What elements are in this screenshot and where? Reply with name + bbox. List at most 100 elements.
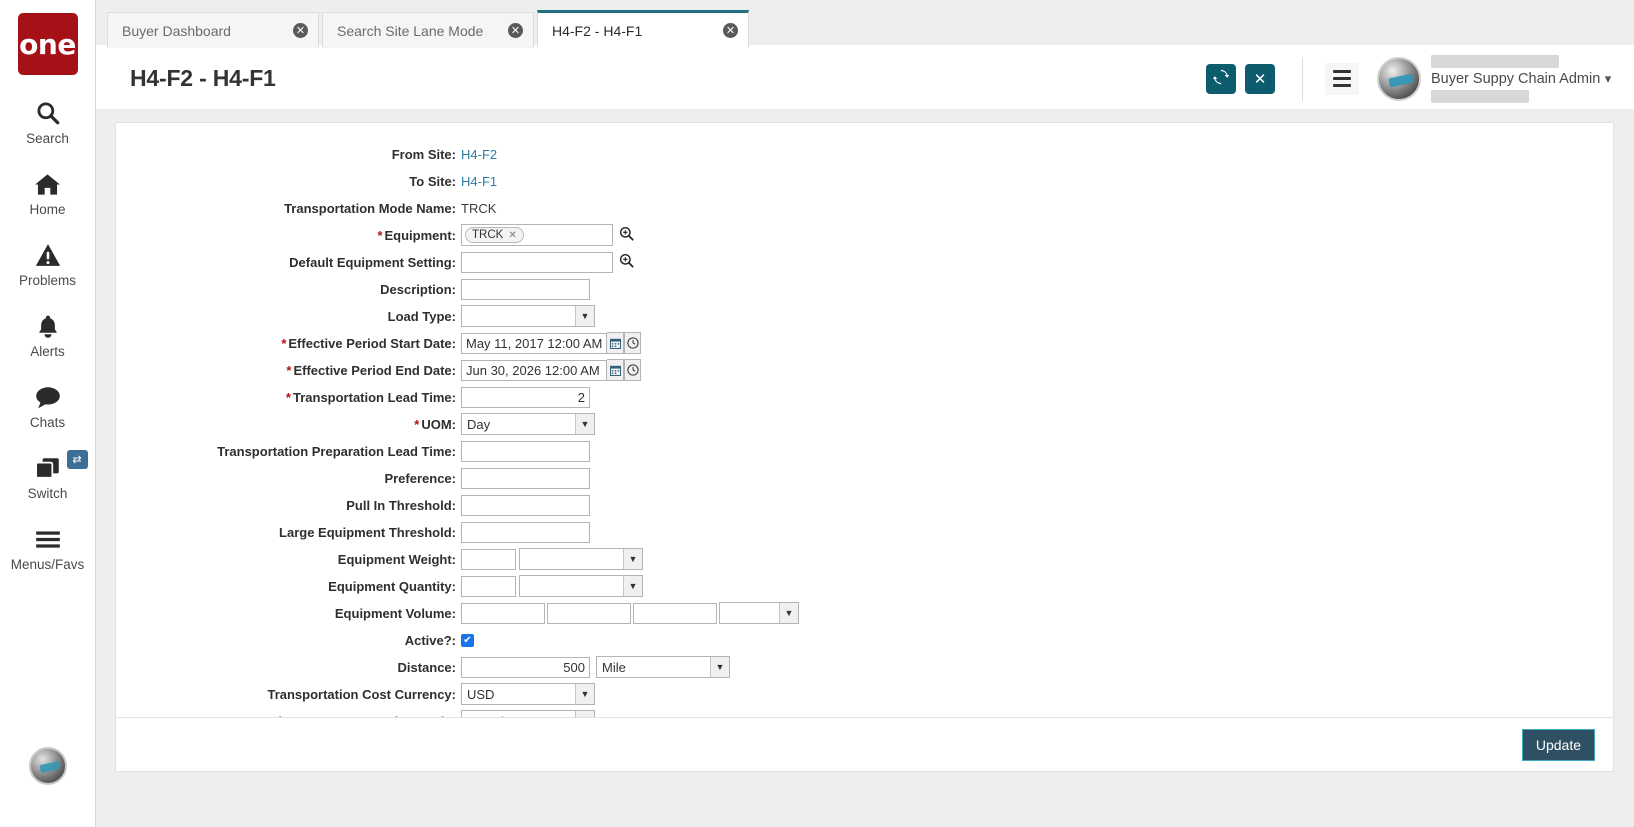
sidebar-item-alerts[interactable]: Alerts	[0, 311, 96, 359]
equipment-input[interactable]: TRCK ✕	[461, 224, 613, 246]
to-site-link[interactable]: H4-F1	[461, 174, 497, 189]
close-icon[interactable]: ✕	[508, 23, 523, 38]
pull-in-threshold-input[interactable]	[461, 494, 590, 516]
tab-label: H4-F2 - H4-F1	[552, 22, 643, 39]
sidebar-item-problems[interactable]: Problems	[0, 240, 96, 288]
distance-input[interactable]	[461, 656, 590, 678]
effective-period-end-date-input[interactable]	[461, 359, 607, 381]
field-label: * UOM:	[414, 416, 456, 432]
distance-uom-select[interactable]: Mile ▼	[596, 656, 730, 678]
sidebar-item-label: Switch	[27, 486, 68, 501]
equipment-volume-uom-select[interactable]: ▼	[719, 602, 799, 624]
equipment-volume-height-input[interactable]	[633, 602, 717, 624]
switch-badge-icon[interactable]: ⇄	[66, 450, 88, 469]
sidebar-item-menus-favs[interactable]: Menus/Favs	[0, 524, 96, 572]
equipment-weight-uom-select[interactable]: ▼	[519, 548, 643, 570]
chevron-down-icon: ▼	[575, 306, 594, 326]
default-equipment-setting-search-icon[interactable]	[619, 253, 634, 272]
from-site-link[interactable]: H4-F2	[461, 147, 497, 162]
home-icon	[34, 169, 61, 199]
preference-input[interactable]	[461, 467, 590, 489]
transportation-cost-currency-select[interactable]: USD ▼	[461, 683, 595, 705]
clock-icon[interactable]	[624, 359, 641, 381]
transportation-cost-computation-mode-select[interactable]: By Volume ▼	[461, 710, 595, 717]
field-label: Equipment Quantity:	[328, 578, 456, 594]
transportation-preparation-lead-time-input[interactable]	[461, 440, 590, 462]
field-label: Description:	[380, 281, 456, 297]
form-row-effective-period-end-date: * Effective Period End Date:	[116, 359, 1613, 381]
calendar-icon[interactable]	[607, 359, 624, 381]
avatar[interactable]	[1377, 56, 1421, 101]
tab-search-site-lane-mode[interactable]: Search Site Lane Mode ✕	[322, 12, 534, 48]
rail-user-avatar[interactable]	[28, 747, 67, 785]
close-icon[interactable]: ✕	[508, 230, 516, 241]
equipment-chip-label: TRCK	[472, 229, 504, 241]
active-checkbox[interactable]: ✔	[461, 633, 474, 647]
form-row-equipment: * Equipment: TRCK ✕	[116, 224, 1613, 246]
field-label: Default Equipment Setting:	[289, 254, 456, 270]
large-equipment-threshold-input[interactable]	[461, 521, 590, 543]
sidebar-item-search[interactable]: Search	[0, 98, 96, 146]
sidebar-item-home[interactable]: Home	[0, 169, 96, 217]
tab-label: Search Site Lane Mode	[337, 22, 484, 39]
field-label: Large Equipment Threshold:	[279, 524, 456, 540]
sidebar-item-label: Chats	[29, 415, 66, 430]
chevron-down-icon: ▾	[1604, 70, 1612, 86]
close-icon[interactable]: ✕	[293, 23, 308, 38]
sidebar-item-switch[interactable]: ⇄ Switch	[0, 450, 96, 501]
clock-icon[interactable]	[624, 332, 641, 354]
sidebar-item-chats[interactable]: Chats	[0, 382, 96, 430]
form-row-equipment-quantity: Equipment Quantity: ▼	[116, 575, 1613, 597]
distance-uom-value: Mile	[602, 659, 626, 675]
description-input[interactable]	[461, 278, 590, 300]
transportation-cost-computation-mode-value: By Volume	[467, 714, 529, 718]
default-equipment-setting-input[interactable]	[461, 251, 613, 273]
main-region: Buyer Dashboard ✕ Search Site Lane Mode …	[96, 0, 1634, 827]
form-row-transportation-preparation-lead-time: Transportation Preparation Lead Time:	[116, 440, 1613, 462]
equipment-quantity-input[interactable]	[461, 575, 516, 597]
transportation-lead-time-input[interactable]	[461, 386, 590, 408]
header-divider	[1302, 56, 1303, 101]
redacted-line	[1431, 89, 1529, 103]
field-label: * Transportation Lead Time:	[285, 389, 456, 405]
refresh-button[interactable]	[1206, 63, 1236, 94]
equipment-volume-width-input[interactable]	[547, 602, 631, 624]
field-label: To Site:	[409, 173, 456, 189]
form-row-to-site: To Site: H4-F1	[116, 170, 1613, 192]
field-label: Distance:	[397, 659, 456, 675]
equipment-quantity-uom-select[interactable]: ▼	[519, 575, 643, 597]
calendar-icon[interactable]	[607, 332, 624, 354]
form-row-transportation-lead-time: * Transportation Lead Time:	[116, 386, 1613, 408]
chevron-down-icon: ▼	[710, 657, 729, 677]
close-icon[interactable]: ✕	[723, 23, 738, 38]
user-menu-caret-button[interactable]: ▾	[1594, 65, 1622, 93]
form-row-uom: * UOM: Day ▼	[116, 413, 1613, 435]
close-button[interactable]: ✕	[1245, 63, 1275, 94]
equipment-search-icon[interactable]	[619, 226, 634, 245]
form-row-transportation-cost-currency: Transportation Cost Currency: USD ▼	[116, 683, 1613, 705]
equipment-volume-length-input[interactable]	[461, 602, 545, 624]
equipment-weight-input[interactable]	[461, 548, 516, 570]
chevron-down-icon: ▼	[575, 684, 594, 704]
effective-period-start-date-input[interactable]	[461, 332, 607, 354]
field-label: Preference:	[384, 470, 456, 486]
checkmark-icon: ✔	[463, 634, 472, 646]
required-asterisk: *	[281, 335, 287, 351]
form-row-preference: Preference:	[116, 467, 1613, 489]
form-row-transportation-mode-name: Transportation Mode Name: TRCK	[116, 197, 1613, 219]
load-type-select[interactable]: ▼	[461, 305, 595, 327]
app-menu-button[interactable]	[1325, 62, 1359, 95]
uom-select[interactable]: Day ▼	[461, 413, 595, 435]
card-wrapper: From Site: H4-F2 To Site: H4-F1 Transpor…	[96, 109, 1634, 827]
form-row-pull-in-threshold: Pull In Threshold:	[116, 494, 1613, 516]
form-row-distance: Distance: Mile ▼	[116, 656, 1613, 678]
tab-buyer-dashboard[interactable]: Buyer Dashboard ✕	[107, 12, 319, 48]
sidebar-item-label: Search	[26, 131, 69, 146]
update-button[interactable]: Update	[1521, 728, 1595, 761]
page-header: H4-F2 - H4-F1 ✕ Buyer Suppy Chain Admin …	[96, 48, 1634, 109]
tab-h4f2-h4f1[interactable]: H4-F2 - H4-F1 ✕	[537, 10, 749, 48]
field-label: * Equipment:	[377, 227, 456, 243]
one-logo: one	[17, 13, 78, 75]
chevron-down-icon: ▼	[575, 414, 594, 434]
equipment-chip[interactable]: TRCK ✕	[465, 227, 524, 243]
